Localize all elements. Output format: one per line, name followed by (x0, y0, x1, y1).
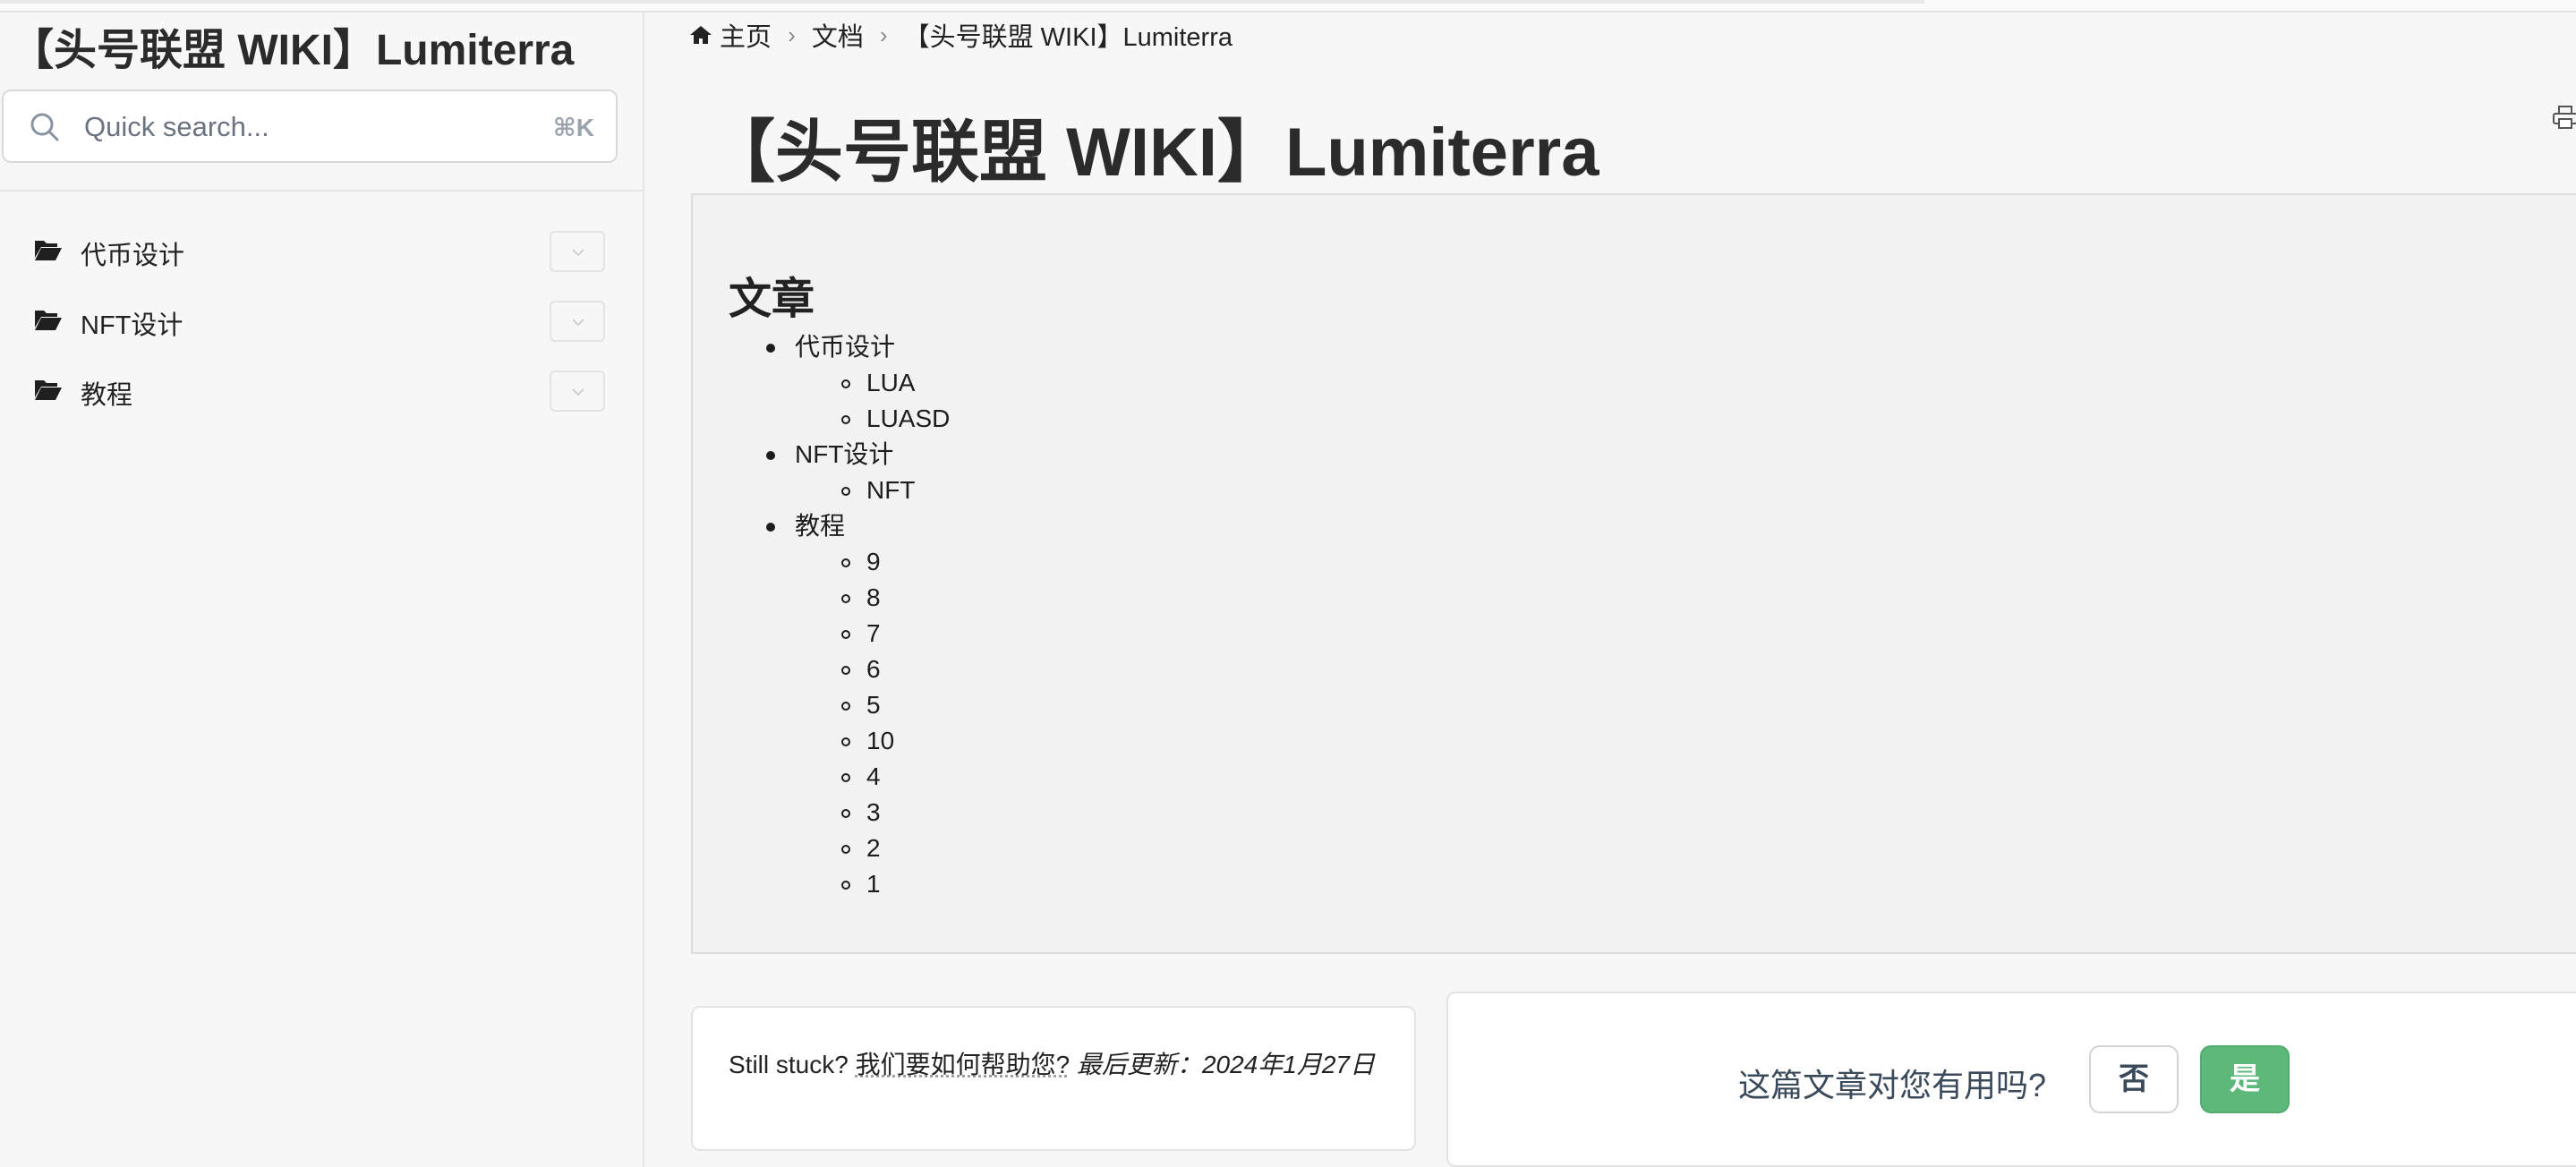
article-link[interactable]: 7 (866, 619, 881, 647)
help-card: Still stuck? 我们要如何帮助您? 最后更新：2024年1月27日 (691, 1006, 1416, 1151)
article-item: LUA (866, 365, 950, 401)
search-icon (27, 109, 63, 145)
article-item: 8 (866, 580, 950, 616)
article-link[interactable]: 1 (866, 870, 881, 898)
article-item: 7 (866, 616, 950, 652)
help-link[interactable]: 我们要如何帮助您? (856, 1051, 1070, 1078)
breadcrumb-home[interactable]: 主页 (720, 23, 772, 52)
article-item: 2 (866, 831, 950, 866)
sidebar-item-label: 代币设计 (81, 234, 184, 272)
sidebar-item-token-design[interactable]: 代币设计 (32, 227, 605, 276)
article-item: 9 (866, 544, 950, 580)
category-item: NFT设计 NFT (764, 437, 950, 508)
article-item: 1 (866, 866, 950, 902)
sidebar-item-nft-design[interactable]: NFT设计 (32, 297, 605, 345)
sidebar-item-label: 教程 (81, 374, 132, 412)
breadcrumb: 主页 › 文档 › 【头号联盟 WIKI】Lumiterra (689, 16, 1233, 54)
article-link[interactable]: LUASD (866, 405, 950, 432)
article-link[interactable]: 5 (866, 691, 881, 719)
expand-toggle[interactable] (550, 231, 605, 272)
category-link[interactable]: NFT设计 (795, 440, 893, 468)
sidebar-item-tutorials[interactable]: 教程 (32, 367, 605, 415)
article-link[interactable]: LUA (866, 369, 915, 396)
stuck-prefix: Still stuck? (729, 1051, 849, 1078)
scroll-progress (0, 0, 1924, 4)
breadcrumb-separator: › (788, 21, 796, 48)
article-link[interactable]: 3 (866, 798, 881, 826)
article-item: 5 (866, 687, 950, 723)
category-item: 代币设计 LUA LUASD (764, 329, 950, 437)
sidebar: 【头号联盟 WIKI】Lumiterra Quick search... ⌘K … (0, 13, 644, 1167)
breadcrumb-current: 【头号联盟 WIKI】Lumiterra (904, 23, 1233, 52)
site-title[interactable]: 【头号联盟 WIKI】Lumiterra (11, 14, 574, 77)
article-link[interactable]: 8 (866, 584, 881, 611)
search-shortcut: ⌘K (553, 113, 594, 142)
top-border (0, 0, 2576, 13)
last-updated: 最后更新：2024年1月27日 (1077, 1051, 1375, 1078)
print-icon[interactable] (2553, 106, 2576, 129)
expand-toggle[interactable] (550, 371, 605, 412)
chevron-down-icon (571, 317, 585, 328)
article-item: NFT (866, 473, 950, 508)
breadcrumb-docs[interactable]: 文档 (812, 23, 864, 52)
feedback-yes-button[interactable]: 是 (2200, 1045, 2290, 1113)
article-link[interactable]: 9 (866, 548, 881, 575)
help-text: Still stuck? 我们要如何帮助您? 最后更新：2024年1月27日 (729, 1047, 1391, 1083)
expand-toggle[interactable] (550, 301, 605, 342)
folder-open-icon (34, 308, 63, 331)
section-heading: 文章 (729, 263, 815, 326)
folder-open-icon (34, 238, 63, 261)
article-item: 10 (866, 723, 950, 759)
article-link[interactable]: 10 (866, 727, 894, 754)
chevron-down-icon (571, 247, 585, 258)
article-list-panel: 文章 代币设计 LUA LUASD NFT设计 NFT 教程 9 8 7 6 5… (691, 193, 2576, 954)
feedback-card: 这篇文章对您有用吗? 否 是 (1446, 992, 2576, 1167)
category-item: 教程 9 8 7 6 5 10 4 3 2 1 (764, 508, 950, 902)
article-item: LUASD (866, 401, 950, 437)
article-link[interactable]: 2 (866, 834, 881, 862)
feedback-question: 这篇文章对您有用吗? (1738, 1060, 2046, 1106)
article-link[interactable]: NFT (866, 476, 915, 504)
sidebar-item-label: NFT设计 (81, 304, 183, 342)
feedback-no-button[interactable]: 否 (2089, 1045, 2179, 1113)
category-link[interactable]: 教程 (795, 512, 845, 540)
page-title: 【头号联盟 WIKI】Lumiterra (707, 97, 1599, 195)
search-input[interactable]: Quick search... ⌘K (2, 89, 618, 163)
chevron-down-icon (571, 387, 585, 397)
article-item: 3 (866, 795, 950, 831)
home-icon (689, 24, 712, 46)
article-item: 6 (866, 652, 950, 687)
sidebar-divider (0, 190, 643, 192)
folder-open-icon (34, 378, 63, 401)
category-link[interactable]: 代币设计 (795, 333, 895, 361)
article-link[interactable]: 6 (866, 655, 881, 683)
article-link[interactable]: 4 (866, 762, 881, 790)
breadcrumb-separator: › (880, 21, 888, 48)
article-item: 4 (866, 759, 950, 795)
article-tree: 代币设计 LUA LUASD NFT设计 NFT 教程 9 8 7 6 5 10… (764, 329, 950, 902)
search-placeholder: Quick search... (84, 111, 269, 143)
